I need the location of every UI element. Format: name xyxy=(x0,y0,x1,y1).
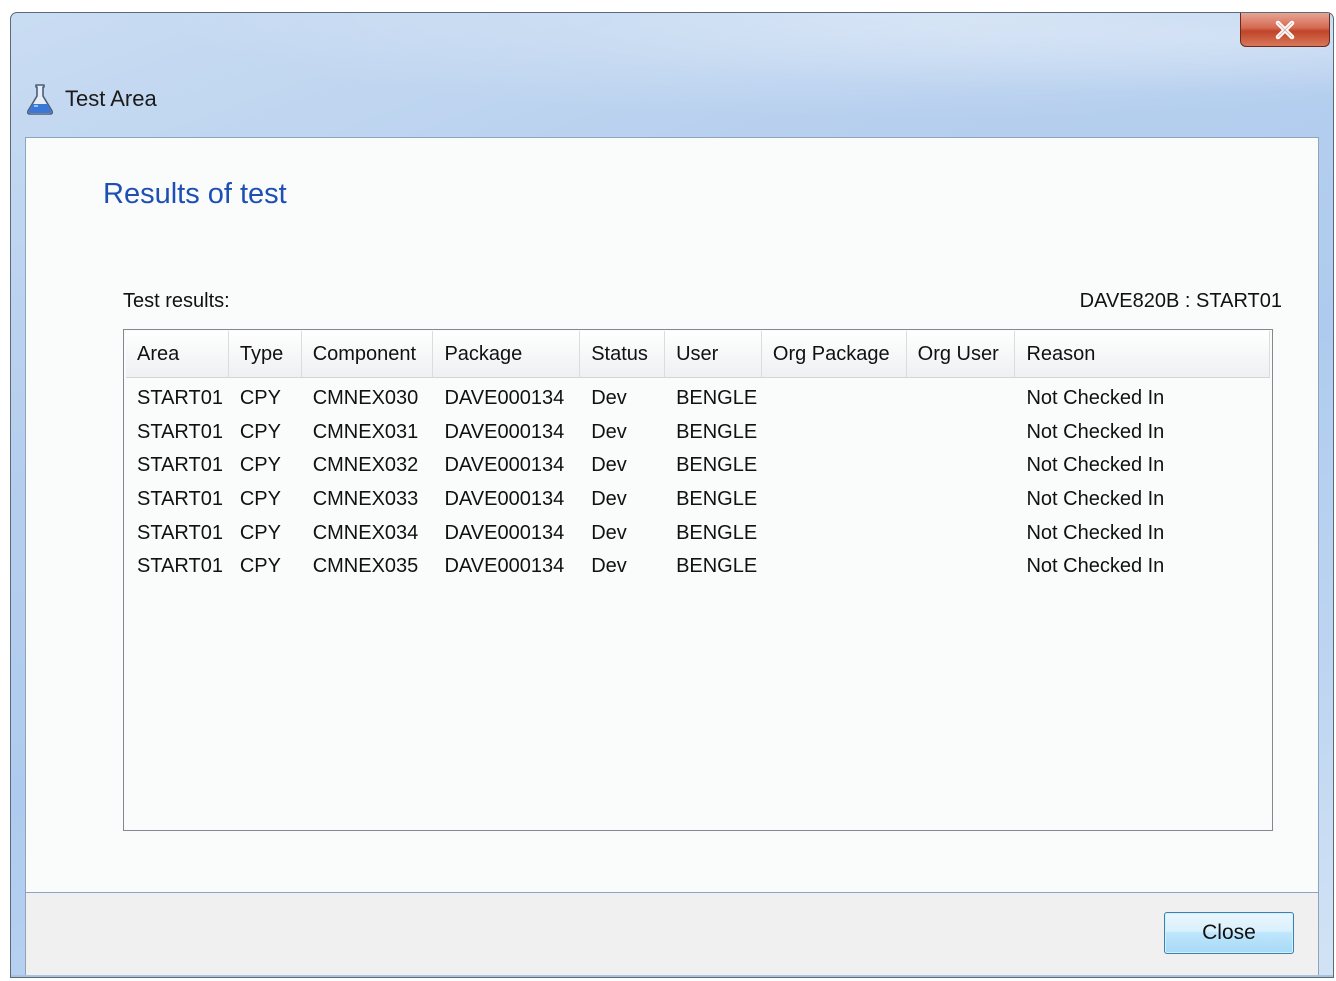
test-results-label: Test results: xyxy=(123,290,230,312)
cell-user: BENGLE xyxy=(676,555,758,578)
window-title: Test Area xyxy=(65,86,157,111)
cell-org-user xyxy=(907,382,1016,416)
cell-package: DAVE000134 xyxy=(444,521,565,544)
dialog-footer: Close xyxy=(25,893,1319,977)
close-x-icon xyxy=(1275,20,1295,39)
results-table[interactable]: Area Type Component Package Status User … xyxy=(123,329,1273,831)
cell-user: BENGLE xyxy=(676,454,758,477)
cell-status: Dev xyxy=(591,420,627,443)
table-row[interactable]: START01 CPY CMNEX034 DAVE000134 Dev BENG… xyxy=(126,516,1270,550)
cell-area: START01 xyxy=(137,488,223,511)
cell-package: DAVE000134 xyxy=(444,555,565,578)
cell-status: Dev xyxy=(591,387,627,410)
table-row[interactable]: START01 CPY CMNEX031 DAVE000134 Dev BENG… xyxy=(126,416,1270,450)
cell-component: CMNEX030 xyxy=(312,387,419,410)
cell-type: CPY xyxy=(239,555,281,578)
cell-status: Dev xyxy=(591,488,627,511)
cell-reason: Not Checked In xyxy=(1026,488,1165,511)
cell-org-user xyxy=(907,416,1016,450)
cell-type: CPY xyxy=(239,454,281,477)
cell-type: CPY xyxy=(239,387,281,410)
column-header-area[interactable]: Area xyxy=(126,331,229,377)
cell-org-package xyxy=(762,449,907,483)
cell-component: CMNEX034 xyxy=(312,521,419,544)
cell-user: BENGLE xyxy=(676,387,758,410)
cell-org-package xyxy=(762,516,907,550)
cell-status: Dev xyxy=(591,521,627,544)
cell-org-user xyxy=(907,449,1016,483)
cell-org-package xyxy=(762,416,907,450)
column-header-status[interactable]: Status xyxy=(580,331,666,377)
column-header-reason[interactable]: Reason xyxy=(1015,331,1270,377)
table-row[interactable]: START01 CPY CMNEX030 DAVE000134 Dev BENG… xyxy=(126,382,1270,416)
cell-component: CMNEX031 xyxy=(312,420,419,443)
cell-package: DAVE000134 xyxy=(444,387,565,410)
cell-org-package xyxy=(762,483,907,517)
cell-org-user xyxy=(907,516,1016,550)
cell-package: DAVE000134 xyxy=(444,420,565,443)
cell-area: START01 xyxy=(137,387,223,410)
cell-org-package xyxy=(762,550,907,584)
flask-icon xyxy=(26,84,54,115)
cell-type: CPY xyxy=(239,420,281,443)
cell-reason: Not Checked In xyxy=(1026,420,1165,443)
cell-status: Dev xyxy=(591,555,627,578)
cell-type: CPY xyxy=(239,488,281,511)
frame-background xyxy=(11,13,1333,138)
cell-reason: Not Checked In xyxy=(1026,521,1165,544)
cell-component: CMNEX033 xyxy=(312,488,419,511)
cell-reason: Not Checked In xyxy=(1026,454,1165,477)
cell-org-user xyxy=(907,483,1016,517)
column-header-component[interactable]: Component xyxy=(302,331,434,377)
page-heading: Results of test xyxy=(103,178,287,210)
column-header-package[interactable]: Package xyxy=(433,331,581,377)
window-close-button[interactable] xyxy=(1240,13,1330,47)
cell-package: DAVE000134 xyxy=(444,488,565,511)
close-button[interactable]: Close xyxy=(1164,912,1294,954)
cell-component: CMNEX035 xyxy=(312,555,419,578)
cell-area: START01 xyxy=(137,521,223,544)
cell-reason: Not Checked In xyxy=(1026,555,1165,578)
table-body: START01 CPY CMNEX030 DAVE000134 Dev BENG… xyxy=(124,378,1272,584)
cell-reason: Not Checked In xyxy=(1026,387,1165,410)
cell-status: Dev xyxy=(591,454,627,477)
dialog-window: Test Area Results of test Test results: … xyxy=(10,12,1334,978)
cell-area: START01 xyxy=(137,420,223,443)
column-header-org-user[interactable]: Org User xyxy=(907,331,1016,377)
table-row[interactable]: START01 CPY CMNEX032 DAVE000134 Dev BENG… xyxy=(126,449,1270,483)
cell-user: BENGLE xyxy=(676,488,758,511)
test-context-label: DAVE820B : START01 xyxy=(1079,290,1282,312)
table-row[interactable]: START01 CPY CMNEX033 DAVE000134 Dev BENG… xyxy=(126,483,1270,517)
content-panel: Results of test Test results: DAVE820B :… xyxy=(25,137,1319,893)
column-header-type[interactable]: Type xyxy=(229,331,302,377)
cell-org-package xyxy=(762,382,907,416)
table-row[interactable]: START01 CPY CMNEX035 DAVE000134 Dev BENG… xyxy=(126,550,1270,584)
title-bar: Test Area xyxy=(25,81,157,117)
cell-component: CMNEX032 xyxy=(312,454,419,477)
cell-package: DAVE000134 xyxy=(444,454,565,477)
cell-user: BENGLE xyxy=(676,420,758,443)
cell-type: CPY xyxy=(239,521,281,544)
column-header-org-package[interactable]: Org Package xyxy=(762,331,907,377)
window-bottom-edge xyxy=(11,975,1333,977)
table-header: Area Type Component Package Status User … xyxy=(126,331,1270,378)
cell-area: START01 xyxy=(137,555,223,578)
cell-user: BENGLE xyxy=(676,521,758,544)
cell-org-user xyxy=(907,550,1016,584)
column-header-user[interactable]: User xyxy=(665,331,762,377)
cell-area: START01 xyxy=(137,454,223,477)
